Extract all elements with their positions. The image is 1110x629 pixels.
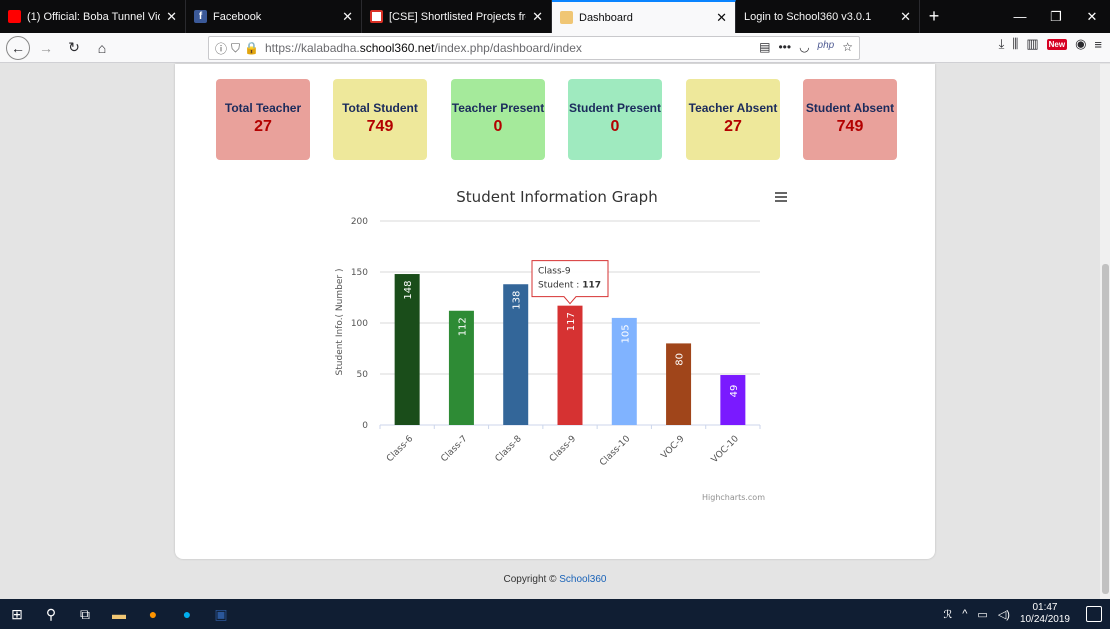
- x-tick-label: Class-7: [439, 434, 469, 464]
- copyright-footer: Copyright © School360: [0, 574, 1110, 585]
- dashboard-card: Total Teacher 27 Total Student 749 Teach…: [175, 64, 935, 559]
- y-axis-title: Student Info.( Number ): [335, 269, 345, 376]
- close-icon[interactable]: ✕: [342, 9, 353, 25]
- home-button[interactable]: ⌂: [90, 36, 114, 60]
- word-icon[interactable]: ▣: [204, 599, 238, 629]
- bar-value-label: 112: [457, 317, 468, 336]
- y-tick-label: 50: [357, 370, 369, 380]
- chart-menu-icon[interactable]: [775, 192, 787, 202]
- clock-time: 01:47: [1032, 602, 1058, 613]
- tab-label: (1) Official: Boba Tunnel Video: [27, 10, 160, 23]
- bar-value-label: 80: [675, 353, 686, 366]
- page-viewport: Total Teacher 27 Total Student 749 Teach…: [0, 64, 1110, 599]
- chevron-up-icon[interactable]: ^: [962, 608, 967, 620]
- scrollbar-thumb[interactable]: [1102, 264, 1109, 594]
- reader-view-icon[interactable]: ▤: [759, 40, 770, 54]
- tab-label: Facebook: [213, 10, 262, 23]
- y-tick-label: 0: [362, 421, 368, 431]
- firefox-icon[interactable]: ●: [136, 599, 170, 629]
- reload-button[interactable]: ↻: [62, 36, 86, 60]
- notifications-icon[interactable]: [1086, 606, 1102, 622]
- gmail-icon: [370, 10, 383, 23]
- school360-link[interactable]: School360: [559, 574, 606, 585]
- y-tick-label: 200: [351, 217, 368, 227]
- bar-voc-10[interactable]: [720, 375, 746, 425]
- bookmark-star-icon[interactable]: ☆: [842, 40, 853, 54]
- tooltip-value: Student : 117: [538, 281, 601, 291]
- tooltip-category: Class-9: [538, 267, 571, 277]
- php-extension-icon[interactable]: php: [818, 40, 835, 54]
- clock-date: 10/24/2019: [1019, 614, 1070, 625]
- close-icon[interactable]: ✕: [532, 9, 543, 25]
- menu-icon[interactable]: ≡: [1094, 37, 1102, 52]
- page-actions-icon[interactable]: •••: [778, 40, 791, 54]
- people-icon[interactable]: ℛ: [943, 608, 952, 621]
- volume-icon[interactable]: ◁): [998, 608, 1010, 621]
- navigation-toolbar: ← → ↻ ⌂ ⓘ ⛉ 🔒 https://kalabadha.school36…: [0, 33, 1110, 63]
- library-icon[interactable]: ⫼: [1012, 36, 1018, 52]
- x-tick-label: Class-9: [548, 434, 578, 464]
- y-tick-label: 100: [351, 319, 368, 329]
- x-tick-label: Class-8: [494, 434, 524, 464]
- tab-boba-tunnel-video[interactable]: (1) Official: Boba Tunnel Video ✕: [0, 0, 186, 33]
- file-explorer-icon[interactable]: ▬: [102, 599, 136, 629]
- downloads-icon[interactable]: ⤓: [999, 36, 1005, 52]
- x-tick-label: VOC-9: [660, 434, 687, 461]
- bar-value-label: 138: [512, 291, 523, 310]
- tracking-shield-icon[interactable]: ⛉: [231, 41, 240, 56]
- tooltip-value-number: 117: [582, 281, 601, 291]
- bar-value-label: 148: [403, 280, 414, 299]
- bar-value-label: 49: [729, 385, 740, 398]
- restore-button[interactable]: ❐: [1038, 0, 1074, 33]
- skype-icon[interactable]: ●: [170, 599, 204, 629]
- close-icon[interactable]: ✕: [716, 10, 727, 26]
- bar-value-label: 117: [566, 312, 577, 331]
- y-tick-label: 150: [351, 268, 368, 278]
- close-icon[interactable]: ✕: [166, 9, 177, 25]
- x-tick-label: Class-10: [598, 434, 632, 468]
- chart-title: Student Information Graph: [456, 188, 657, 206]
- tab-label: Dashboard: [579, 11, 633, 24]
- tab-dashboard[interactable]: Dashboard ✕: [552, 0, 736, 33]
- tab-label: [CSE] Shortlisted Projects from: [389, 10, 527, 23]
- browser-tab-strip: (1) Official: Boba Tunnel Video ✕ f Face…: [0, 0, 1110, 33]
- close-icon[interactable]: ✕: [900, 9, 911, 25]
- task-view-icon[interactable]: ⧉: [68, 599, 102, 629]
- tab-label: Login to School360 v3.0.1: [744, 10, 872, 23]
- forward-button[interactable]: →: [34, 36, 58, 60]
- tab-facebook[interactable]: f Facebook ✕: [186, 0, 362, 33]
- close-window-button[interactable]: ✕: [1074, 0, 1110, 33]
- x-tick-label: VOC-10: [710, 434, 741, 465]
- search-icon[interactable]: ⚲: [34, 599, 68, 629]
- address-bar[interactable]: ⓘ ⛉ 🔒 https://kalabadha.school360.net/in…: [208, 36, 860, 60]
- minimize-button[interactable]: —: [1002, 0, 1038, 33]
- student-information-chart: Student Information Graph Student Info.(…: [335, 188, 787, 502]
- windows-taskbar: ⊞ ⚲ ⧉ ▬ ● ● ▣ ℛ ^ ▭ ◁) 01:47 10/24/2019: [0, 599, 1110, 629]
- tab-cse-shortlisted[interactable]: [CSE] Shortlisted Projects from ✕: [362, 0, 552, 33]
- clock[interactable]: 01:47 10/24/2019: [1020, 602, 1070, 626]
- url-text[interactable]: https://kalabadha.school360.net/index.ph…: [265, 41, 582, 55]
- facebook-icon: f: [194, 10, 207, 23]
- system-tray: ℛ ^ ▭ ◁) 01:47 10/24/2019: [943, 599, 1070, 629]
- chart-credits[interactable]: Highcharts.com: [702, 493, 765, 502]
- back-button[interactable]: ←: [6, 35, 30, 60]
- new-badge-icon[interactable]: New: [1046, 38, 1068, 50]
- chart-tooltip: Class-9 Student : 117: [531, 260, 609, 305]
- windows-start-icon[interactable]: ⊞: [0, 599, 34, 629]
- account-icon[interactable]: ◉: [1075, 36, 1086, 52]
- battery-icon[interactable]: ▭: [977, 608, 987, 621]
- x-tick-label: Class-6: [385, 434, 415, 464]
- page-scrollbar[interactable]: [1100, 64, 1110, 599]
- youtube-icon: [8, 10, 21, 23]
- school-icon: [560, 11, 573, 24]
- new-tab-button[interactable]: +: [920, 0, 948, 33]
- bar-value-label: 105: [620, 324, 631, 343]
- info-icon[interactable]: ⓘ: [215, 40, 227, 57]
- pocket-icon[interactable]: ◡: [799, 40, 809, 54]
- copyright-text: Copyright ©: [503, 574, 557, 585]
- tab-login-school360[interactable]: Login to School360 v3.0.1 ✕: [736, 0, 920, 33]
- lock-icon[interactable]: 🔒: [244, 41, 259, 55]
- sidebar-icon[interactable]: ▥: [1026, 36, 1038, 52]
